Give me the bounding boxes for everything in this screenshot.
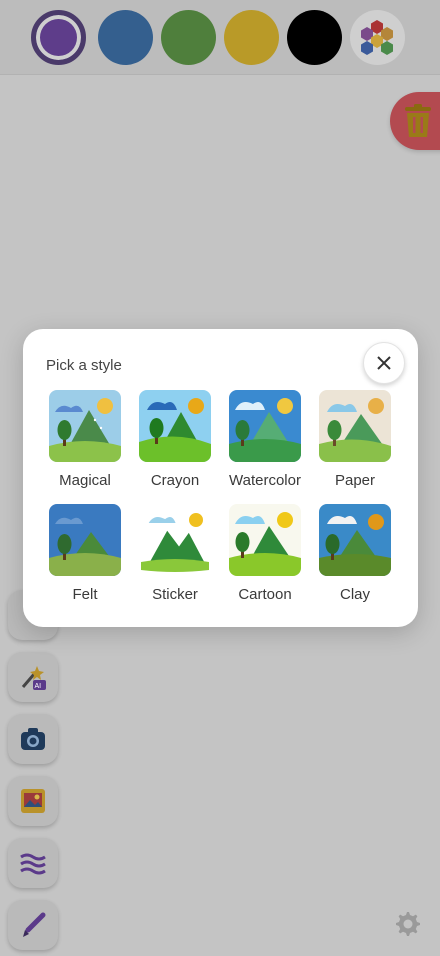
wavy-lines-icon bbox=[20, 853, 46, 875]
gallery-button[interactable] bbox=[8, 776, 58, 826]
magical-thumbnail bbox=[49, 390, 121, 462]
color-swatch-purple[interactable] bbox=[31, 10, 86, 65]
style-label: Sticker bbox=[152, 586, 198, 603]
brush-button[interactable] bbox=[8, 900, 58, 950]
ai-magic-wand-icon: AI bbox=[21, 666, 46, 690]
style-option-sticker[interactable]: Sticker bbox=[130, 504, 220, 614]
color-swatch-yellow[interactable] bbox=[224, 10, 279, 65]
clear-canvas-button[interactable] bbox=[390, 92, 440, 150]
style-label: Crayon bbox=[150, 472, 200, 489]
line-style-button[interactable] bbox=[8, 838, 58, 888]
felt-thumbnail bbox=[49, 504, 121, 576]
crayon-thumbnail bbox=[139, 390, 211, 462]
style-label: Clay bbox=[339, 586, 370, 603]
clay-thumbnail bbox=[319, 504, 391, 576]
ai-magic-button[interactable]: AI bbox=[8, 652, 58, 702]
brush-icon bbox=[23, 912, 46, 937]
camera-icon bbox=[21, 728, 45, 750]
color-palette bbox=[0, 0, 440, 75]
style-option-felt[interactable]: Felt bbox=[40, 504, 130, 614]
color-swatch-green[interactable] bbox=[161, 10, 216, 65]
style-option-watercolor[interactable]: Watercolor bbox=[220, 390, 310, 500]
gear-icon bbox=[396, 912, 420, 936]
image-gallery-icon bbox=[21, 789, 45, 813]
style-option-crayon[interactable]: Crayon bbox=[130, 390, 220, 500]
settings-button[interactable] bbox=[393, 909, 421, 942]
style-label: Magical bbox=[59, 472, 111, 489]
camera-button[interactable] bbox=[8, 714, 58, 764]
close-icon bbox=[377, 356, 391, 370]
style-label: Felt bbox=[72, 586, 98, 603]
watercolor-thumbnail bbox=[229, 390, 301, 462]
style-option-magical[interactable]: Magical bbox=[40, 390, 130, 500]
style-option-clay[interactable]: Clay bbox=[310, 504, 400, 614]
paper-thumbnail bbox=[319, 390, 391, 462]
color-picker-button[interactable] bbox=[350, 10, 405, 65]
multicolor-hex-icon bbox=[361, 20, 393, 55]
style-label: Watercolor bbox=[229, 472, 301, 489]
style-label: Cartoon bbox=[238, 586, 292, 603]
sticker-thumbnail bbox=[139, 504, 211, 576]
style-option-cartoon[interactable]: Cartoon bbox=[220, 504, 310, 614]
cartoon-thumbnail bbox=[229, 504, 301, 576]
style-picker-dialog: Pick a style Magical Crayon Watercolor P… bbox=[23, 329, 418, 627]
dialog-title: Pick a style bbox=[46, 357, 122, 374]
color-swatch-blue[interactable] bbox=[98, 10, 153, 65]
close-button[interactable] bbox=[363, 342, 405, 384]
svg-text:AI: AI bbox=[35, 683, 42, 690]
style-label: Paper bbox=[334, 472, 376, 489]
trash-icon bbox=[405, 104, 431, 137]
color-swatch-black[interactable] bbox=[287, 10, 342, 65]
style-option-paper[interactable]: Paper bbox=[310, 390, 400, 500]
